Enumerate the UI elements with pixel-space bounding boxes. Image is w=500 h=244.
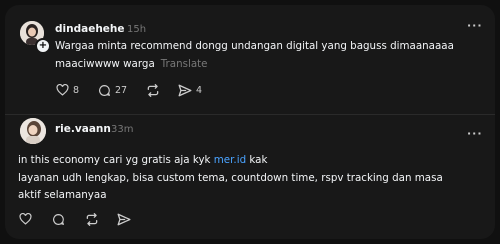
share-button[interactable] [117, 213, 131, 226]
like-count: 8 [73, 84, 80, 96]
post-text-span: maaciwwww warga [55, 57, 155, 70]
post-username[interactable]: dindaehehe [55, 23, 125, 35]
translate-link[interactable]: Translate [161, 58, 208, 70]
post-text: Wargaa minta recommend dongg undangan di… [55, 38, 495, 73]
post-text-line: layanan udh lengkap, bisa custom tema, c… [18, 171, 443, 184]
like-button[interactable] [19, 213, 32, 225]
heart-icon [56, 84, 69, 96]
repost-button[interactable] [146, 84, 160, 97]
post-text-line: Wargaa minta recommend dongg undangan di… [55, 40, 454, 52]
post-text-line: in this economy cari yg gratis aja kyk m… [18, 152, 488, 170]
more-options-icon[interactable]: ··· [467, 127, 483, 140]
repost-icon [86, 213, 98, 226]
divider [5, 114, 495, 115]
thread-card: + dindaehehe 15h ··· Wargaa minta recomm… [5, 5, 495, 239]
avatar[interactable] [20, 118, 46, 144]
heart-icon [19, 213, 32, 225]
post-text-line: maaciwwww warga Translate [55, 56, 495, 74]
send-icon [117, 213, 131, 226]
post-text-line: aktif selamanyaa [18, 189, 107, 201]
post-text: in this economy cari yg gratis aja kyk m… [18, 152, 488, 205]
more-options-icon[interactable]: ··· [467, 19, 483, 32]
send-icon [178, 84, 192, 97]
share-count: 4 [196, 85, 203, 96]
like-button[interactable]: 8 [56, 84, 79, 96]
repost-button[interactable] [85, 213, 99, 226]
post-timestamp: 33m [111, 124, 134, 135]
post-timestamp: 15h [127, 24, 147, 35]
reply-button[interactable] [52, 213, 65, 226]
reply-count: 27 [115, 85, 128, 96]
post-text-span: in this economy cari yg gratis aja kyk [18, 154, 214, 166]
comment-icon [99, 85, 110, 96]
post-username[interactable]: rie.vaann [55, 123, 111, 135]
reply-button[interactable]: 27 [98, 84, 127, 97]
comment-icon [53, 214, 64, 225]
follow-plus-icon[interactable]: + [35, 38, 51, 54]
post-text-span: kak [246, 154, 268, 166]
repost-icon [147, 84, 159, 97]
link[interactable]: mer.id [214, 154, 246, 166]
share-button[interactable]: 4 [178, 84, 202, 97]
